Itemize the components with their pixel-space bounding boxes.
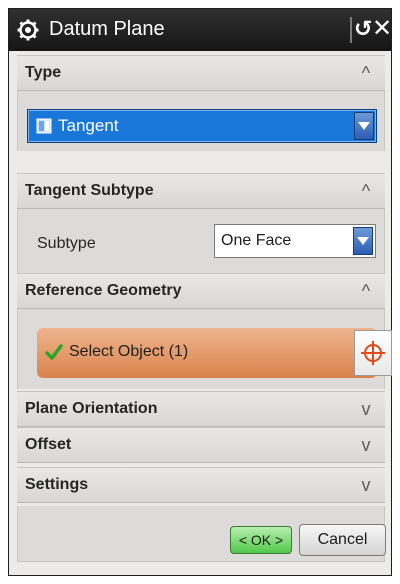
type-dropdown[interactable]: Tangent [27, 109, 377, 143]
reset-icon[interactable]: ↺ [354, 18, 372, 40]
chevron-up-icon[interactable]: ^ [357, 63, 375, 83]
chevron-down-icon[interactable] [353, 227, 373, 255]
close-icon[interactable]: ✕ [372, 17, 392, 41]
section-label: Type [25, 64, 62, 81]
datum-plane-icon [36, 118, 52, 134]
green-check-icon [45, 344, 63, 360]
chevron-down-icon[interactable]: v [357, 435, 375, 455]
section-label: Tangent Subtype [25, 182, 154, 199]
section-label: Offset [25, 436, 72, 453]
datum-plane-dialog: Datum Plane ↺ ✕ Type ^ Tangent Tangent S… [8, 8, 392, 576]
select-object-label: Select Object (1) [69, 343, 189, 360]
subtype-select[interactable]: One Face [214, 224, 376, 258]
section-header-reference-geometry[interactable]: Reference Geometry ^ [17, 273, 385, 309]
section-header-type[interactable]: Type ^ [17, 55, 385, 91]
cancel-button[interactable]: Cancel [299, 524, 386, 556]
crosshair-icon [361, 341, 385, 365]
section-label: Reference Geometry [25, 282, 182, 299]
section-header-plane-orientation[interactable]: Plane Orientation v [17, 391, 385, 427]
gear-icon [17, 19, 39, 41]
section-header-offset[interactable]: Offset v [17, 427, 385, 463]
section-header-tangent-subtype[interactable]: Tangent Subtype ^ [17, 173, 385, 209]
subtype-label: Subtype [37, 235, 96, 252]
subtype-value: One Face [221, 232, 292, 249]
select-object-row[interactable]: Select Object (1) [37, 328, 377, 378]
section-header-settings[interactable]: Settings v [17, 467, 385, 503]
ok-button[interactable]: < OK > [230, 526, 292, 554]
titlebar-divider [350, 17, 352, 43]
dialog-titlebar[interactable]: Datum Plane ↺ ✕ [9, 9, 392, 51]
chevron-down-icon[interactable]: v [357, 475, 375, 495]
type-value: Tangent [58, 116, 119, 135]
chevron-down-icon[interactable] [354, 112, 374, 140]
point-picker-button[interactable] [354, 330, 392, 376]
chevron-up-icon[interactable]: ^ [357, 281, 375, 301]
section-label: Settings [25, 476, 89, 493]
chevron-up-icon[interactable]: ^ [357, 181, 375, 201]
chevron-down-icon[interactable]: v [357, 399, 375, 419]
section-label: Plane Orientation [25, 400, 158, 417]
dialog-title: Datum Plane [49, 18, 165, 40]
